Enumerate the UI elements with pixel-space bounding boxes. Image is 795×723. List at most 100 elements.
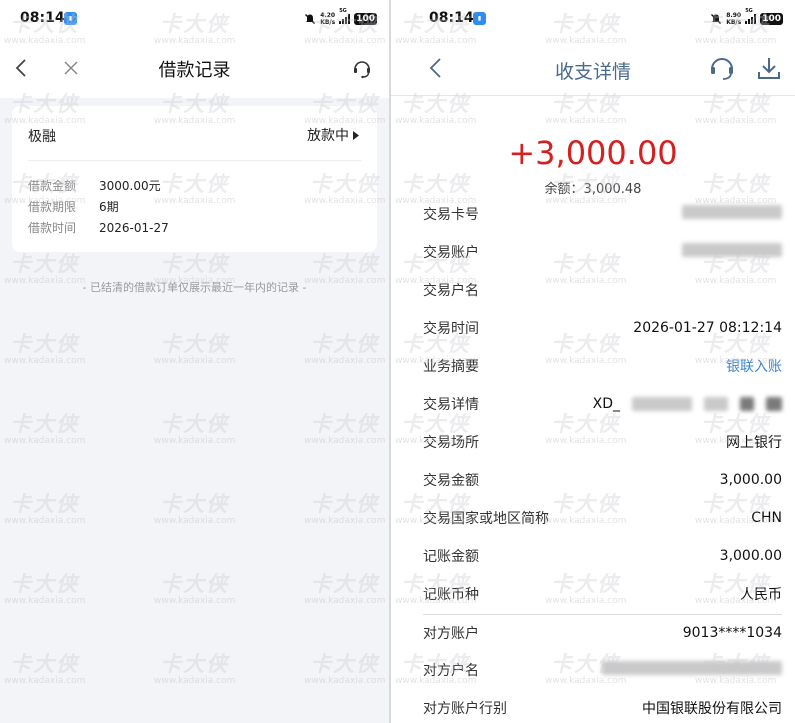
detail-label: 交易时间	[423, 321, 479, 337]
detail-label: 交易国家或地区简称	[423, 511, 549, 527]
detail-label: 交易详情	[423, 397, 479, 413]
watermark: 卡大侠 www.kadaxia.com	[4, 412, 86, 446]
detail-label: 交易场所	[423, 435, 479, 451]
detail-label: 记账金额	[423, 549, 479, 565]
detail-value[interactable]: 银联入账	[726, 356, 782, 376]
detail-value: CHN	[751, 510, 782, 526]
loan-product-name: 极融	[28, 129, 56, 145]
detail-row-country: 交易国家或地区简称 CHN	[423, 500, 782, 536]
app-notification-icon: ▮	[64, 12, 77, 25]
detail-row-venue: 交易场所 网上银行	[423, 424, 782, 460]
detail-row-counterparty-bank: 对方账户行别 中国银联股份有限公司	[423, 690, 782, 723]
detail-label: 交易账户	[423, 245, 479, 261]
account-balance: 余额：3,000.48	[544, 182, 642, 197]
redaction-blur	[682, 243, 782, 257]
watermark: 卡大侠 www.kadaxia.com	[304, 492, 386, 526]
watermark: 卡大侠 www.kadaxia.com	[154, 652, 236, 686]
detail-value: 3,000.00	[719, 472, 782, 488]
loan-record-card[interactable]: 极融 放款中 借款金额 3000.00元 借款期限 6期 借款时间 2026-01-2…	[12, 106, 377, 252]
mute-bell-icon	[711, 14, 722, 24]
caret-right-icon	[353, 130, 359, 140]
watermark: 卡大侠 www.kadaxia.com	[304, 412, 386, 446]
redaction-blur	[704, 397, 728, 411]
redaction-blur	[632, 397, 692, 411]
battery-icon: 100	[354, 13, 377, 25]
detail-row-summary[interactable]: 业务摘要 银联入账	[423, 348, 782, 384]
detail-label: 交易金额	[423, 473, 479, 489]
detail-row-details: 交易详情 XD_	[423, 386, 782, 422]
loan-amount-row: 借款金额 3000.00元	[28, 179, 161, 193]
detail-value-prefix: XD_	[592, 396, 620, 412]
detail-label: 对方户名	[423, 663, 479, 679]
left-screenshot: 08:14 ▮ 4.20 KB/s 5G 100 借款记录 极融 放款中 借款金额…	[0, 0, 389, 723]
customer-service-icon[interactable]	[351, 58, 373, 80]
battery-icon: 100	[760, 13, 783, 25]
app-notification-icon: ▮	[473, 12, 486, 25]
detail-row-posted-amount: 记账金额 3,000.00	[423, 538, 782, 574]
mute-bell-icon	[305, 14, 316, 24]
detail-label: 对方账户行别	[423, 701, 507, 717]
detail-row-time: 交易时间 2026-01-27 08:12:14	[423, 310, 782, 346]
detail-row-counterparty-account: 对方账户 9013****1034	[423, 614, 782, 650]
redaction-blur	[740, 397, 754, 411]
watermark: 卡大侠 www.kadaxia.com	[154, 492, 236, 526]
download-icon[interactable]	[757, 56, 781, 80]
signal-icon: 5G	[745, 8, 757, 24]
detail-value: 网上银行	[726, 435, 782, 451]
detail-value	[602, 661, 782, 679]
detail-value: 人民币	[740, 587, 782, 603]
redacted-value	[602, 661, 782, 675]
detail-value: XD_	[593, 396, 782, 412]
records-footnote: - 已结清的借款订单仅展示最近一年内的记录 -	[82, 281, 307, 294]
detail-value	[682, 243, 782, 261]
watermark: 卡大侠 www.kadaxia.com	[154, 412, 236, 446]
status-time: 08:14	[20, 10, 65, 26]
redaction-blur	[602, 661, 782, 675]
loan-term-row: 借款期限 6期	[28, 200, 119, 214]
redaction-blur	[682, 205, 782, 219]
redacted-value	[682, 205, 782, 219]
right-screenshot: 08:14 ▮ 8.90 KB/s 5G 100 收支详情 +3,000.00 余…	[391, 0, 795, 723]
redacted-value	[682, 243, 782, 257]
status-time: 08:14	[429, 10, 474, 26]
watermark: 卡大侠 www.kadaxia.com	[304, 572, 386, 606]
loan-status[interactable]: 放款中	[307, 125, 359, 145]
nav-bar: 收支详情	[391, 38, 795, 96]
watermark: 卡大侠 www.kadaxia.com	[154, 572, 236, 606]
watermark: 卡大侠 www.kadaxia.com	[154, 332, 236, 366]
detail-row-account: 交易账户	[423, 234, 782, 270]
detail-label: 记账币种	[423, 587, 479, 603]
detail-value	[682, 205, 782, 223]
page-title: 借款记录	[158, 60, 231, 81]
divider	[28, 160, 361, 161]
detail-row-currency: 记账币种 人民币	[423, 576, 782, 612]
watermark: 卡大侠 www.kadaxia.com	[4, 332, 86, 366]
watermark: 卡大侠 www.kadaxia.com	[4, 652, 86, 686]
detail-label: 交易卡号	[423, 207, 479, 223]
detail-label: 业务摘要	[423, 359, 479, 375]
detail-row-amount: 交易金额 3,000.00	[423, 462, 782, 498]
transaction-amount: +3,000.00	[508, 134, 678, 172]
nav-bar: 借款记录	[0, 38, 389, 98]
detail-value: 9013****1034	[682, 624, 782, 641]
detail-label: 交易户名	[423, 283, 479, 299]
watermark: 卡大侠 www.kadaxia.com	[4, 572, 86, 606]
watermark: 卡大侠 www.kadaxia.com	[304, 332, 386, 366]
status-bar: 08:14 ▮ 8.90 KB/s 5G 100	[391, 0, 795, 38]
network-speed: 8.90 KB/s	[726, 12, 742, 26]
redaction-blur	[766, 397, 782, 411]
customer-service-icon[interactable]	[708, 54, 736, 82]
detail-value: 中国银联股份有限公司	[642, 701, 782, 717]
detail-row-account-name: 交易户名	[423, 272, 782, 308]
detail-label: 对方账户	[423, 625, 479, 642]
watermark: 卡大侠 www.kadaxia.com	[304, 652, 386, 686]
watermark: 卡大侠 www.kadaxia.com	[4, 492, 86, 526]
loan-date-row: 借款时间 2026-01-27	[28, 221, 169, 235]
detail-value: 3,000.00	[719, 548, 782, 564]
detail-row-card-number: 交易卡号	[423, 196, 782, 232]
detail-row-counterparty-name: 对方户名	[423, 652, 782, 688]
signal-icon: 5G	[339, 8, 351, 24]
redacted-value: XD_	[593, 396, 782, 412]
network-speed: 4.20 KB/s	[320, 12, 336, 26]
detail-value: 2026-01-27 08:12:14	[633, 320, 782, 336]
